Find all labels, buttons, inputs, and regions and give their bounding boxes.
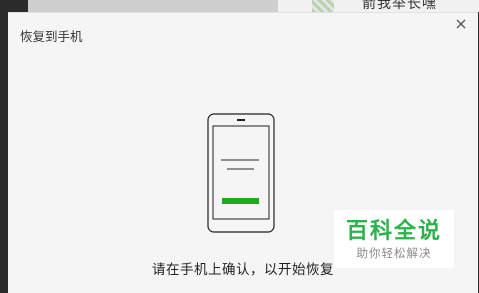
confirm-bar-shape [222,198,259,204]
close-icon [456,19,466,29]
watermark-title: 百科全说 [345,219,442,244]
background-thumbnail [312,0,334,12]
watermark-subtitle: 助你轻松解决 [356,246,432,260]
restore-to-phone-dialog: 恢复到手机 请在手机上确认，以开始恢复 百科全说 助你轻松解决 [8,12,478,293]
phone-illustration-icon [207,113,275,233]
watermark-logo: 百科全说 助你轻松解决 [334,210,454,268]
dialog-title: 恢复到手机 [20,29,83,44]
close-button[interactable] [452,15,470,33]
